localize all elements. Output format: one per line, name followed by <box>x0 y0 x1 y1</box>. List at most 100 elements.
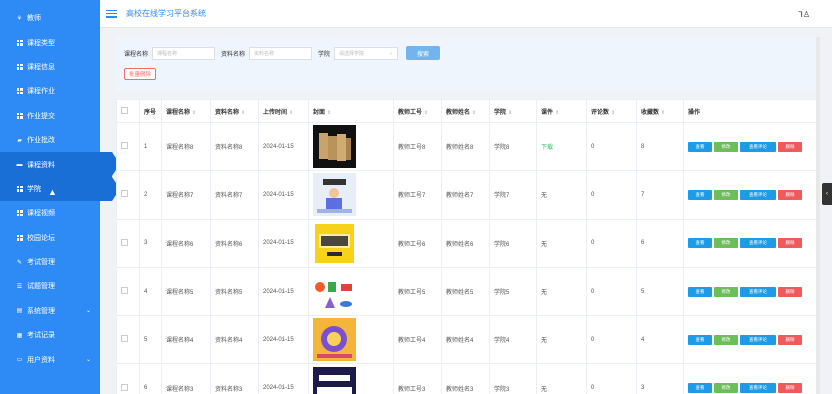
delete-button[interactable]: 删除 <box>778 238 802 249</box>
table-row: 5 课程名称4 资料名称4 2024-01-15 教师工号4 教师姓名4 学院4… <box>116 315 816 365</box>
sidebar-item-user-profile[interactable]: ▭ 用户资料 ⌄ <box>0 347 100 371</box>
cell-courseware: 无 <box>536 363 587 394</box>
delete-button[interactable]: 删除 <box>778 334 802 345</box>
college-select[interactable]: 请选择学院 ⌄ <box>334 46 399 60</box>
col-favorite-count[interactable]: 收藏数 ⇕ <box>636 99 684 123</box>
view-comments-button[interactable]: 查看评论 <box>740 238 776 249</box>
cover-image[interactable] <box>313 270 356 314</box>
view-button[interactable]: 查看 <box>688 334 712 345</box>
grid-icon <box>16 88 23 95</box>
cover-image[interactable] <box>313 366 356 394</box>
col-comment-count[interactable]: 评论数 ⇕ <box>586 99 637 123</box>
table-row: 2 课程名称7 资料名称7 2024-01-15 教师工号7 教师姓名7 学院7… <box>116 170 816 220</box>
grid-icon <box>16 39 23 46</box>
delete-button[interactable]: 删除 <box>778 286 802 297</box>
sidebar-item-exam-record[interactable]: ▦ 考试记录 <box>0 323 100 347</box>
cover-image[interactable] <box>313 221 356 265</box>
download-link[interactable]: 下载 <box>541 145 553 151</box>
col-material-name[interactable]: 资料名称 ⇕ <box>210 99 259 123</box>
user-icon[interactable]: ᒣ♙ <box>798 10 810 19</box>
search-panel: 课程名称 课程名称 资料名称 资料名称 学院 请选择学院 ⌄ 搜索 批量删除 <box>116 37 816 91</box>
row-checkbox[interactable] <box>116 266 140 317</box>
chevron-down-icon: ⌄ <box>388 50 394 56</box>
sidebar-item-course-type[interactable]: 课程类型 <box>0 30 100 54</box>
vertical-scrollbar[interactable] <box>816 37 820 394</box>
sidebar-item-homework-submit[interactable]: 作业提交 <box>0 104 100 128</box>
cell-college: 学院8 <box>489 121 537 172</box>
chevron-down-icon: ⌄ <box>85 308 91 315</box>
view-button[interactable]: 查看 <box>688 238 712 249</box>
sidebar-item-system-manage[interactable]: ▤ 系统管理 ⌄ <box>0 299 100 323</box>
col-teacher-no[interactable]: 教师工号 ⇕ <box>393 99 442 123</box>
hamburger-menu-icon[interactable] <box>106 9 117 18</box>
delete-button[interactable]: 删除 <box>778 141 802 152</box>
sidebar-item-teacher[interactable]: ⚘ 教师 <box>0 6 100 30</box>
cover-image[interactable] <box>313 318 356 362</box>
view-comments-button[interactable]: 查看评论 <box>740 334 776 345</box>
cell-material: 资料名称6 <box>210 218 259 268</box>
sidebar-item-forum[interactable]: 校园论坛 <box>0 226 100 250</box>
sidebar-item-label: 用户资料 <box>27 356 55 364</box>
materials-table: 序号 课程名称 ⇕ 资料名称 ⇕ 上传时间 ⇕ 封面 ⇕ 教师工号 ⇕ 教师姓名 ⇕ 学院 ⇕… <box>116 99 816 394</box>
delete-button[interactable]: 删除 <box>778 189 802 200</box>
cell-comments: 0 <box>586 121 637 172</box>
top-header: 高校在线学习平台系统 ᒣ♙ <box>100 0 832 28</box>
sidebar-item-course-material[interactable]: ▬ 课程资料 <box>0 152 120 177</box>
material-name-input[interactable]: 资料名称 <box>249 46 313 60</box>
cell-time: 2024-01-15 <box>258 363 309 394</box>
col-upload-time[interactable]: 上传时间 ⇕ <box>258 99 309 123</box>
collapse-arrow-icon[interactable]: ‹ <box>822 183 832 205</box>
view-button[interactable]: 查看 <box>688 141 712 152</box>
table-row: 4 课程名称5 资料名称5 2024-01-15 教师工号5 教师姓名5 学院5… <box>116 266 816 317</box>
delete-button[interactable]: 删除 <box>778 383 802 394</box>
cell-teacher-name: 教师姓名4 <box>441 315 490 365</box>
sidebar-item-homework-review[interactable]: ▰ 作业批改 <box>0 128 100 152</box>
cell-teacher-no: 教师工号4 <box>393 315 442 365</box>
edit-button[interactable]: 修改 <box>714 334 738 345</box>
grid-icon <box>16 234 23 241</box>
course-name-input[interactable]: 课程名称 <box>152 46 216 60</box>
cell-time: 2024-01-15 <box>258 218 309 268</box>
sidebar-item-exam-manage[interactable]: ✎ 考试管理 <box>0 250 100 274</box>
sidebar-item-course-info[interactable]: 课程信息 <box>0 55 100 79</box>
edit-button[interactable]: 修改 <box>714 189 738 200</box>
view-comments-button[interactable]: 查看评论 <box>740 286 776 297</box>
edit-button[interactable]: 修改 <box>714 141 738 152</box>
sidebar-item-course-video[interactable]: 课程视频 <box>0 201 100 225</box>
cover-image[interactable] <box>313 125 356 169</box>
row-checkbox[interactable] <box>116 170 140 220</box>
edit-button[interactable]: 修改 <box>714 286 738 297</box>
batch-delete-button[interactable]: 批量删除 <box>124 68 157 80</box>
row-checkbox[interactable] <box>116 363 140 394</box>
view-comments-button[interactable]: 查看评论 <box>740 383 776 394</box>
view-comments-button[interactable]: 查看评论 <box>740 141 776 152</box>
view-comments-button[interactable]: 查看评论 <box>740 189 776 200</box>
row-checkbox[interactable] <box>116 315 140 365</box>
view-button[interactable]: 查看 <box>688 383 712 394</box>
col-courseware[interactable]: 课件 ⇕ <box>536 99 587 123</box>
grid-icon <box>16 112 23 119</box>
col-cover[interactable]: 封面 ⇕ <box>308 99 394 123</box>
cell-index: 3 <box>139 218 162 268</box>
cell-teacher-no: 教师工号6 <box>393 218 442 268</box>
sidebar-item-label: 系统管理 <box>27 307 55 315</box>
sidebar-item-question-manage[interactable]: ☰ 试题管理 <box>0 274 100 298</box>
cell-favorites: 3 <box>636 363 684 394</box>
cover-image[interactable] <box>313 173 356 217</box>
search-button[interactable]: 搜索 <box>406 46 441 60</box>
row-checkbox[interactable] <box>116 218 140 268</box>
list-icon: ☰ <box>16 283 23 290</box>
course-name-label: 课程名称 <box>124 51 149 58</box>
cell-comments: 0 <box>586 266 637 317</box>
view-button[interactable]: 查看 <box>688 189 712 200</box>
view-button[interactable]: 查看 <box>688 286 712 297</box>
col-teacher-name[interactable]: 教师姓名 ⇕ <box>441 99 490 123</box>
row-checkbox[interactable] <box>116 121 140 172</box>
col-college[interactable]: 学院 ⇕ <box>489 99 537 123</box>
col-course-name[interactable]: 课程名称 ⇕ <box>161 99 211 123</box>
edit-button[interactable]: 修改 <box>714 383 738 394</box>
select-all-checkbox[interactable] <box>116 99 140 123</box>
edit-button[interactable]: 修改 <box>714 238 738 249</box>
sidebar-item-course-homework[interactable]: 课程作业 <box>0 79 100 103</box>
cell-actions: 查看 修改 查看评论 删除 <box>683 218 816 268</box>
